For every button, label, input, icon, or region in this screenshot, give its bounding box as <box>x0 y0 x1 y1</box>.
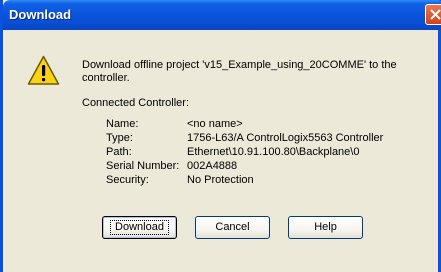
info-value: No Protection <box>187 174 254 186</box>
title-bar[interactable]: Download <box>3 0 441 30</box>
close-icon <box>430 9 441 20</box>
info-key: Path: <box>106 146 132 158</box>
connected-controller-label: Connected Controller: <box>82 97 190 109</box>
download-dialog: Download Download offline project 'v15_E… <box>0 0 441 272</box>
cancel-button[interactable]: Cancel <box>195 216 270 239</box>
info-value: 002A4888 <box>187 160 238 172</box>
download-button-label: Download <box>110 220 169 235</box>
download-message: Download offline project 'v15_Example_us… <box>82 59 397 84</box>
help-button[interactable]: Help <box>288 216 363 239</box>
info-value: 1756-L63/A ControlLogix5563 Controller <box>187 132 384 144</box>
info-key: Type: <box>106 132 133 144</box>
info-key: Security: <box>106 174 149 186</box>
info-value: Ethernet\10.91.100.80\Backplane\0 <box>187 146 360 158</box>
download-button[interactable]: Download <box>102 216 177 239</box>
info-key: Name: <box>106 118 139 130</box>
info-value: <no name> <box>187 118 243 130</box>
close-button[interactable] <box>425 4 441 25</box>
info-key: Serial Number: <box>106 160 180 172</box>
warning-icon <box>27 55 60 85</box>
window-title: Download <box>9 7 72 22</box>
